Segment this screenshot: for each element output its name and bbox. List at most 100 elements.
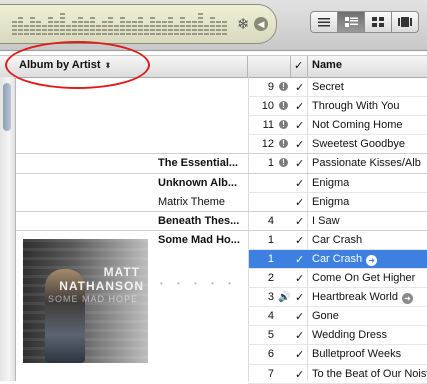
track-number: 9 [267, 81, 274, 93]
equalizer-bar [114, 23, 119, 35]
track-name: Sweetest Goodbye [312, 138, 405, 151]
missing-file-icon[interactable]: ! [279, 139, 288, 149]
album-group-separator [16, 153, 427, 155]
track-number: 2 [267, 272, 274, 284]
equalizer-bar [36, 19, 41, 35]
scrollbar-thumb[interactable] [3, 83, 11, 131]
track-row[interactable]: The Essential... 1! ✓ Passionate Kisses/Alb [16, 154, 427, 173]
list-view-button[interactable] [310, 11, 338, 33]
equalizer-bar [120, 17, 125, 35]
track-checkbox[interactable]: ✓ [295, 138, 307, 151]
vertical-scrollbar[interactable] [0, 77, 16, 381]
missing-file-icon[interactable]: ! [279, 120, 288, 130]
equalizer-bar [216, 21, 221, 35]
track-name: Secret [312, 81, 344, 93]
name-cell: Enigma [312, 177, 427, 189]
track-row[interactable]: 10! ✓ Through With You [16, 97, 427, 116]
track-checkbox[interactable]: ✓ [295, 81, 307, 94]
track-number: 5 [267, 329, 274, 342]
album-list-view-icon [344, 17, 358, 27]
album-cell: Beneath Thes... [158, 214, 240, 227]
album-list-view-button[interactable] [338, 11, 365, 33]
row-separator [248, 382, 427, 384]
missing-file-icon[interactable]: ! [279, 82, 288, 91]
check-column-header[interactable]: ✓ [294, 59, 303, 72]
track-number: 7 [267, 367, 274, 380]
visualizer-display[interactable]: ❄ ◀ [0, 4, 277, 44]
track-checkbox[interactable]: ✓ [295, 100, 307, 113]
track-checkbox[interactable]: ✓ [295, 253, 307, 266]
name-cell: Sweetest Goodbye [312, 138, 427, 150]
equalizer-bar [18, 17, 23, 35]
equalizer-bar [102, 19, 107, 35]
track-name: Car Crash [312, 252, 363, 265]
name-cell: Secret [312, 81, 427, 93]
track-checkbox[interactable]: ✓ [295, 291, 307, 304]
track-row[interactable]: 9! ✓ Secret [16, 78, 427, 97]
equalizer-bar [168, 15, 173, 35]
equalizer-bar [204, 23, 209, 35]
equalizer-bar [66, 23, 71, 35]
toolbar: ❄ ◀ [0, 0, 427, 51]
go-arrow-icon[interactable]: ➜ [402, 293, 413, 305]
track-row[interactable]: Matrix Theme ✓ Enigma [16, 193, 427, 212]
equalizer-bar [78, 15, 83, 35]
track-number: 10 [261, 100, 274, 113]
track-name: Passionate Kisses/Alb [312, 157, 421, 170]
equalizer-bar [48, 17, 53, 35]
album-group-separator [16, 229, 427, 231]
track-row[interactable]: Beneath Thes... 4 ✓ I Saw [16, 212, 427, 231]
equalizer-bar [54, 21, 59, 35]
track-name: Through With You [312, 100, 400, 113]
equalizer-bar [174, 23, 179, 35]
track-checkbox[interactable]: ✓ [295, 272, 307, 285]
track-checkbox[interactable]: ✓ [295, 215, 307, 228]
track-checkbox[interactable]: ✓ [295, 368, 307, 381]
track-checkbox[interactable]: ✓ [295, 310, 307, 323]
equalizer-bar [24, 23, 29, 35]
track-number: 4 [267, 214, 274, 227]
track-number: 3 [267, 291, 274, 304]
track-checkbox[interactable]: ✓ [295, 177, 307, 190]
name-column-header[interactable]: Name [312, 59, 342, 71]
track-name: Heartbreak World [312, 291, 398, 304]
name-cell: Not Coming Home [312, 119, 427, 131]
track-row[interactable]: 12! ✓ Sweetest Goodbye [16, 135, 427, 154]
cover-flow-button[interactable] [392, 11, 419, 33]
track-checkbox[interactable]: ✓ [295, 196, 307, 209]
name-cell: Bulletproof Weeks [312, 348, 427, 360]
track-checkbox[interactable]: ✓ [295, 348, 307, 361]
equalizer-bar [30, 15, 35, 35]
go-arrow-icon[interactable]: ➜ [366, 254, 378, 266]
snowflake-icon[interactable]: ❄ [237, 15, 250, 33]
album-cell: Matt Nathanson [158, 252, 236, 265]
equalizer-bar [90, 17, 95, 35]
album-art-line3: SOME MAD HOPE [47, 294, 138, 304]
next-arrow-icon[interactable]: ◀ [254, 17, 268, 31]
track-row[interactable]: Unknown Alb... ✓ Enigma [16, 174, 427, 193]
equalizer-bar [222, 19, 227, 35]
list-view-icon [318, 18, 330, 27]
sort-arrows-icon: ⬍ [104, 61, 112, 70]
missing-file-icon[interactable]: ! [279, 101, 288, 111]
equalizer-bar [162, 21, 167, 35]
album-by-artist-header[interactable]: Album by Artist ⬍ [19, 59, 111, 71]
missing-file-icon[interactable]: ! [279, 158, 288, 168]
grid-view-button[interactable] [365, 11, 392, 33]
name-cell: Through With You [312, 100, 427, 112]
track-checkbox[interactable]: ✓ [295, 329, 307, 342]
track-number: 6 [267, 348, 274, 361]
track-checkbox[interactable]: ✓ [295, 234, 307, 247]
equalizer-bar [42, 25, 47, 35]
track-number: 1 [267, 252, 274, 265]
track-checkbox[interactable]: ✓ [295, 119, 307, 132]
name-cell: To the Beat of Our Noisy Hearts [312, 368, 427, 380]
track-checkbox[interactable]: ✓ [295, 157, 307, 170]
track-name: Enigma [312, 176, 350, 189]
header-divider [290, 56, 291, 77]
track-number: 12 [261, 138, 274, 151]
equalizer-bar [210, 17, 215, 35]
rating-dots[interactable]: • • • • • [160, 279, 237, 288]
track-row[interactable]: 11! ✓ Not Coming Home [16, 116, 427, 135]
album-art[interactable]: MATT NATHANSON SOME MAD HOPE [23, 239, 148, 363]
